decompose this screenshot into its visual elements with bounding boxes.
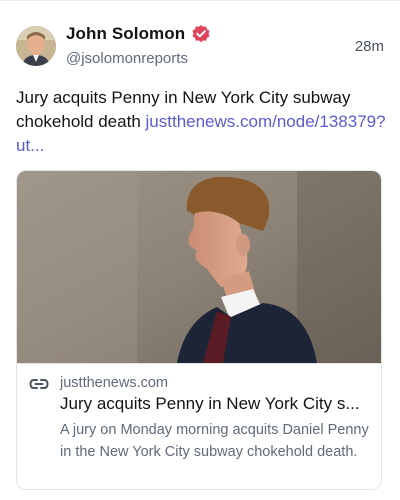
post-timestamp[interactable]: 28m [355,38,384,55]
author-handle[interactable]: @jsolomonreports [66,50,188,67]
card-image[interactable] [17,171,381,363]
post-text: Jury acquits Penny in New York City subw… [16,86,386,158]
card-description: A jury on Monday morning acquits Daniel … [60,422,369,460]
link-preview-card[interactable]: justthenews.com Jury acquits Penny in Ne… [16,170,382,490]
post[interactable]: John Solomon @jsolomonreports 28m Jury a… [0,0,400,500]
card-domain: justthenews.com [60,375,168,391]
avatar[interactable] [16,26,56,66]
author-display-name[interactable]: John Solomon [66,24,185,44]
link-icon [29,377,49,391]
author-name-row: John Solomon [66,24,211,44]
card-meta[interactable]: justthenews.com Jury acquits Penny in Ne… [17,364,381,489]
verified-badge-icon [191,24,211,44]
card-title[interactable]: Jury acquits Penny in New York City s... [60,394,375,414]
